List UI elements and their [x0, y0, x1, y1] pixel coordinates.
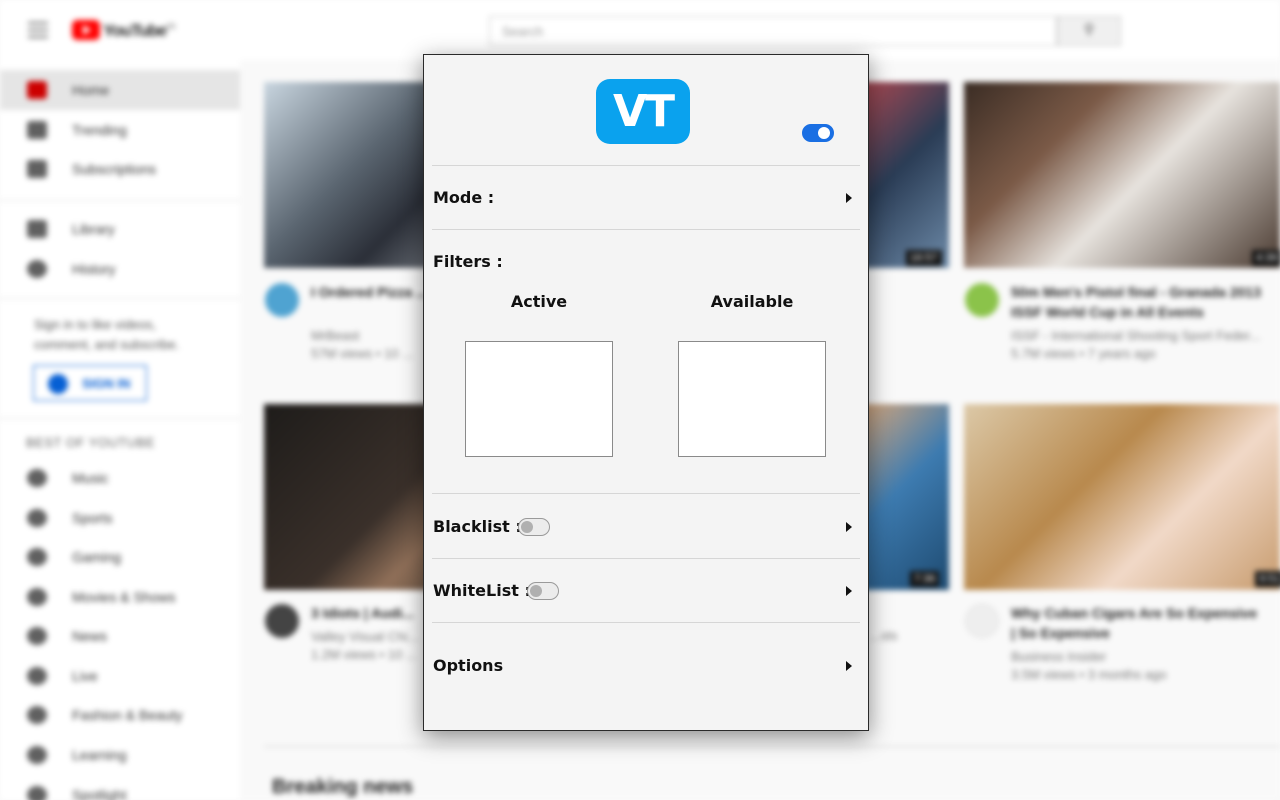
sidebar-divider: [0, 298, 240, 299]
youtube-wordmark[interactable]: YouTubeFR: [103, 21, 176, 41]
video-thumbnail[interactable]: [964, 404, 1280, 590]
video-channel[interactable]: ISSF - International Shooting Sport Fede…: [1011, 326, 1261, 346]
video-title[interactable]: Why Cuban Cigars Are So Expensive | So E…: [1011, 603, 1261, 643]
sidebar-item-history[interactable]: History: [0, 249, 240, 289]
channel-avatar[interactable]: [265, 283, 299, 317]
sidebar-item-music[interactable]: Music: [0, 458, 240, 498]
trending-icon: [27, 121, 47, 139]
toggle-knob: [818, 127, 830, 139]
section-divider: [264, 746, 1280, 747]
sidebar-item-spotlight[interactable]: Spotlight: [0, 775, 240, 800]
whitelist-toggle[interactable]: [527, 582, 559, 600]
divider: [432, 493, 860, 494]
sidebar-item-sports[interactable]: Sports: [0, 498, 240, 538]
sidebar-item-fashion[interactable]: Fashion & Beauty: [0, 695, 240, 735]
search-icon: ⚲: [1084, 21, 1095, 37]
music-icon: [27, 469, 47, 487]
toggle-knob: [521, 521, 533, 533]
whitelist-expand-arrow-icon[interactable]: [846, 586, 852, 596]
filters-label: Filters :: [433, 252, 503, 271]
youtube-topbar: YouTubeFR Search ⚲: [0, 0, 1280, 60]
mode-row[interactable]: [432, 179, 860, 217]
extension-popup: VT Mode : Filters : Active Available Bla…: [423, 54, 869, 731]
fashion-icon: [27, 706, 47, 724]
divider: [432, 558, 860, 559]
mode-label: Mode :: [433, 188, 495, 207]
search-input[interactable]: Search: [489, 16, 1057, 46]
active-filters-list[interactable]: [465, 341, 613, 457]
video-thumbnail[interactable]: [964, 82, 1280, 268]
divider: [432, 622, 860, 623]
channel-avatar[interactable]: [265, 604, 299, 638]
video-meta: 5.7M views • 7 years ago: [1011, 346, 1156, 361]
video-meta: ...sts: [870, 628, 898, 643]
signin-button[interactable]: SIGN IN: [33, 365, 147, 401]
toggle-knob: [530, 585, 542, 597]
sidebar-divider: [0, 200, 240, 201]
video-duration: 9:51: [1255, 571, 1280, 587]
active-filters-heading: Active: [510, 292, 568, 311]
account-icon: [48, 374, 68, 394]
youtube-sidebar: Home Trending Subscriptions Library Hist…: [0, 60, 240, 800]
signin-prompt: Sign in to like videos, comment, and sub…: [34, 317, 180, 352]
sidebar-item-trending[interactable]: Trending: [0, 110, 240, 150]
blacklist-toggle[interactable]: [518, 518, 550, 536]
divider: [432, 229, 860, 230]
sidebar-item-live[interactable]: Live: [0, 656, 240, 696]
video-duration: 4:39: [1252, 250, 1280, 266]
learning-icon: [27, 746, 47, 764]
library-icon: [27, 220, 47, 238]
whitelist-label: WhiteList :: [433, 581, 531, 600]
home-icon: [27, 81, 47, 99]
available-filters-heading: Available: [710, 292, 794, 311]
video-title[interactable]: 50m Men's Pistol final - Granada 2013 IS…: [1011, 282, 1261, 322]
youtube-logo-icon[interactable]: [72, 20, 100, 40]
sidebar-item-library[interactable]: Library: [0, 209, 240, 249]
channel-avatar[interactable]: [965, 604, 999, 638]
search-button[interactable]: ⚲: [1057, 16, 1121, 46]
section-title: Breaking news: [272, 776, 414, 798]
video-duration: 7:36: [910, 571, 940, 587]
news-icon: [27, 627, 47, 645]
movies-icon: [27, 588, 47, 606]
history-icon: [27, 260, 47, 278]
sports-icon: [27, 509, 47, 527]
sidebar-item-movies[interactable]: Movies & Shows: [0, 577, 240, 617]
video-meta: 3.5M views • 3 months ago: [1011, 667, 1167, 682]
sidebar-item-learning[interactable]: Learning: [0, 735, 240, 775]
video-channel[interactable]: Business Insider: [1011, 647, 1261, 667]
sidebar-item-gaming[interactable]: Gaming: [0, 537, 240, 577]
vt-logo: VT: [596, 79, 690, 144]
best-of-heading: BEST OF YOUTUBE: [26, 435, 156, 450]
mode-expand-arrow-icon[interactable]: [846, 193, 852, 203]
live-icon: [27, 667, 47, 685]
options-expand-arrow-icon[interactable]: [846, 661, 852, 671]
subscriptions-icon: [27, 160, 47, 178]
gaming-icon: [27, 548, 47, 566]
extension-enabled-toggle[interactable]: [802, 124, 834, 142]
spotlight-icon: [27, 786, 47, 800]
menu-icon[interactable]: [28, 22, 48, 38]
options-label: Options: [433, 656, 504, 675]
sidebar-item-subscriptions[interactable]: Subscriptions: [0, 149, 240, 189]
channel-avatar[interactable]: [965, 283, 999, 317]
video-duration: 16:57: [906, 250, 942, 266]
sidebar-item-news[interactable]: News: [0, 616, 240, 656]
blacklist-expand-arrow-icon[interactable]: [846, 522, 852, 532]
blacklist-label: Blacklist :: [433, 517, 522, 536]
divider: [432, 165, 860, 166]
sidebar-item-home[interactable]: Home: [0, 70, 240, 110]
sidebar-divider: [0, 418, 240, 419]
available-filters-list[interactable]: [678, 341, 826, 457]
